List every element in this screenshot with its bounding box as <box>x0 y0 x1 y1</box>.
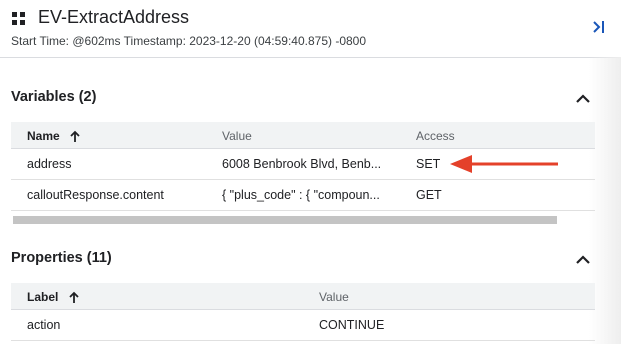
column-header-value[interactable]: Value <box>319 290 349 304</box>
page-subtitle: Start Time: @602ms Timestamp: 2023-12-20… <box>11 34 367 48</box>
column-header-access[interactable]: Access <box>416 129 455 143</box>
variable-access: GET <box>416 188 442 202</box>
table-header: Name Value Access <box>11 122 595 149</box>
table-header: Label Value <box>11 283 595 310</box>
collapse-right-icon <box>593 21 604 33</box>
column-label: Label <box>27 290 59 304</box>
property-label: action <box>27 318 61 332</box>
chevron-up-icon[interactable] <box>574 91 592 105</box>
annotation-arrow-icon <box>450 155 558 173</box>
variable-value: { "plus_code" : { "compoun... <box>222 188 380 202</box>
column-header-value[interactable]: Value <box>222 129 252 143</box>
variable-name: address <box>27 157 72 171</box>
horizontal-scrollbar[interactable] <box>13 216 557 224</box>
property-value: CONTINUE <box>319 318 385 332</box>
table-row[interactable]: action CONTINUE <box>11 310 595 341</box>
variable-access: SET <box>416 157 441 171</box>
page-title: EV-ExtractAddress <box>38 7 190 27</box>
column-label: Name <box>27 129 60 143</box>
table-row[interactable]: calloutResponse.content { "plus_code" : … <box>11 180 595 211</box>
header: EV-ExtractAddress Start Time: @602ms Tim… <box>0 0 621 58</box>
sort-ascending-icon <box>70 131 80 143</box>
variables-section-title: Variables (2) <box>11 89 97 105</box>
collapse-panel-button[interactable] <box>588 16 610 38</box>
chevron-up-icon[interactable] <box>574 252 592 266</box>
properties-table: Label Value action CONTINUE <box>11 283 595 341</box>
properties-section-title: Properties (11) <box>11 250 112 266</box>
apps-grid-icon <box>12 12 26 26</box>
variable-name: calloutResponse.content <box>27 188 164 202</box>
column-header-name[interactable]: Name <box>27 129 81 143</box>
variable-value: 6008 Benbrook Blvd, Benb... <box>222 157 382 171</box>
sort-ascending-icon <box>69 292 79 304</box>
column-header-label[interactable]: Label <box>27 290 80 304</box>
